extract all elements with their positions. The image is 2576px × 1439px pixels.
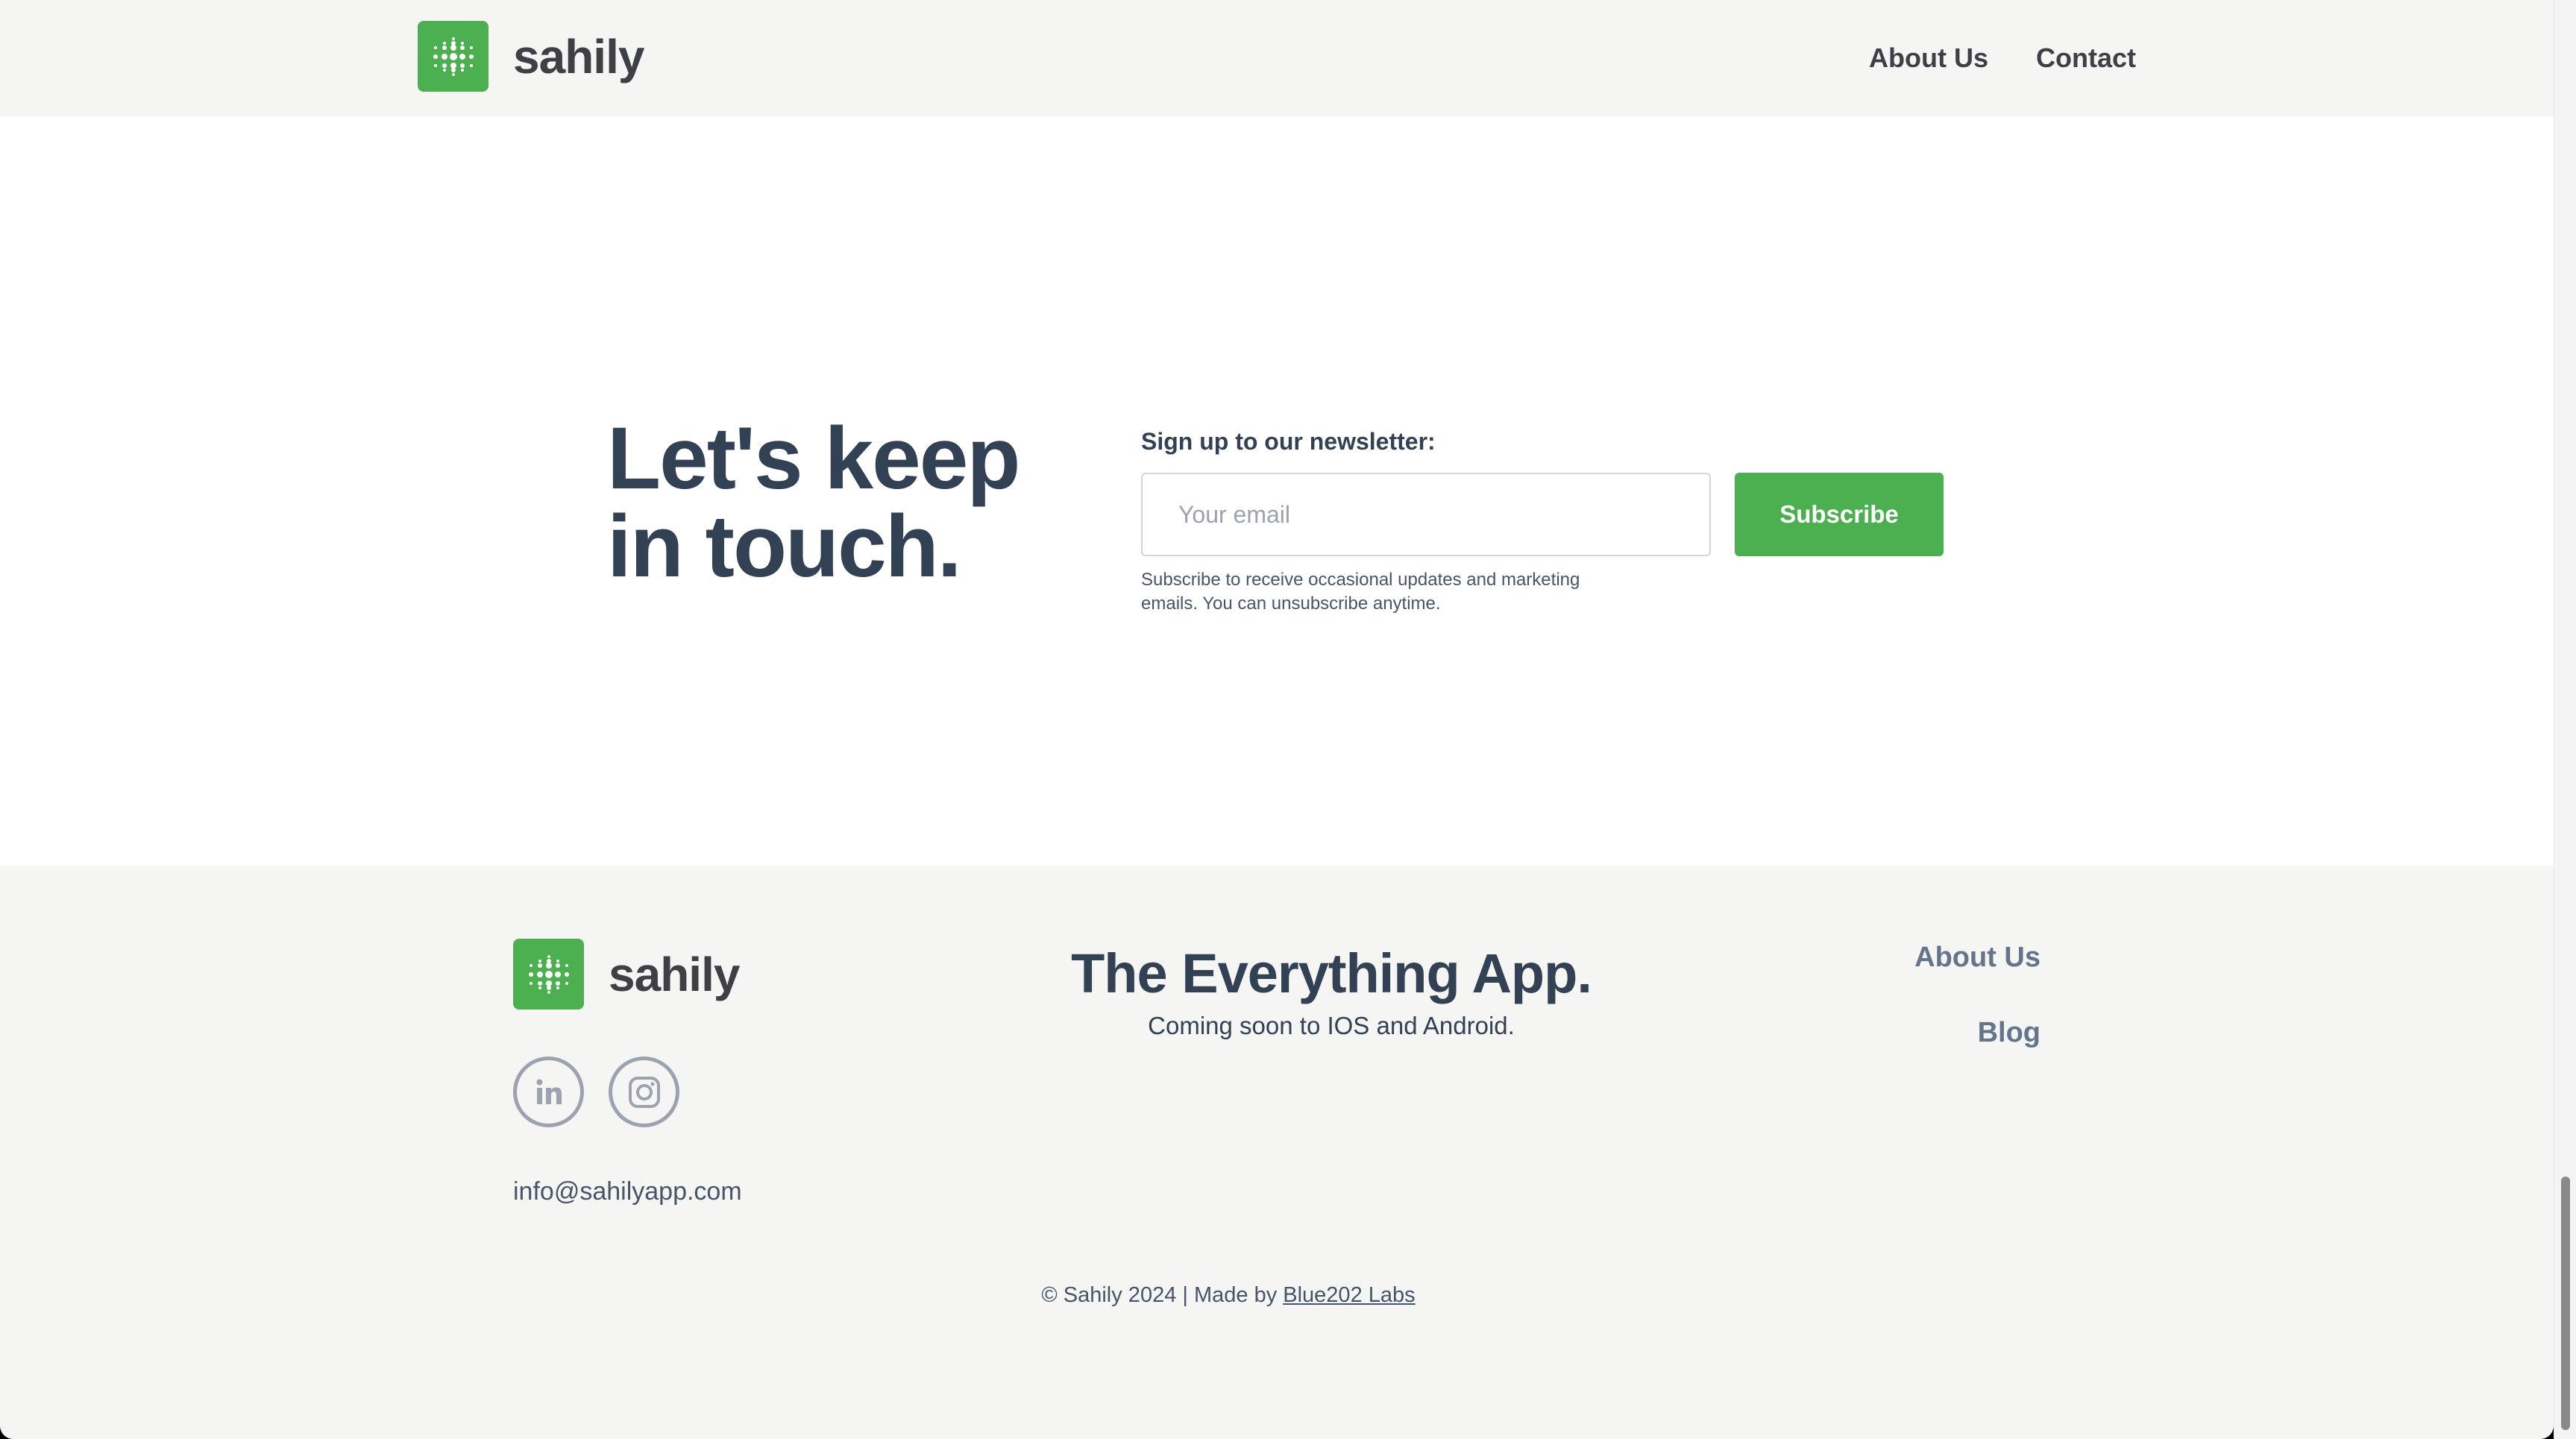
instagram-icon[interactable]: [609, 1057, 679, 1127]
page: sahily About Us Contact Let's keep in to…: [0, 0, 2554, 1439]
header-brand-link[interactable]: sahily: [418, 21, 644, 92]
footer-links: About Us Blog: [1914, 942, 2041, 1092]
blue202-labs-link[interactable]: Blue202 Labs: [1283, 1283, 1415, 1307]
vertical-scrollbar[interactable]: [2554, 0, 2576, 1439]
newsletter-note: Subscribe to receive occasional updates …: [1141, 570, 1580, 614]
subscribe-button[interactable]: Subscribe: [1735, 473, 1944, 556]
footer-subtagline: Coming soon to IOS and Android.: [1148, 1012, 1515, 1039]
footer: sahily info@sahilyapp.com The Everything…: [0, 866, 2554, 1439]
footer-blog-link[interactable]: Blog: [1914, 1017, 2041, 1049]
nav-contact-link[interactable]: Contact: [2036, 42, 2136, 74]
footer-brand-name: sahily: [609, 947, 740, 1001]
header-nav: About Us Contact: [1869, 0, 2136, 116]
contact-email[interactable]: info@sahilyapp.com: [513, 1177, 742, 1206]
dot-grid-logo-icon: [418, 21, 489, 92]
newsletter-label: Sign up to our newsletter:: [1141, 428, 1436, 455]
top-navigation-bar: sahily About Us Contact: [0, 0, 2554, 116]
email-input[interactable]: [1141, 473, 1711, 556]
dot-grid-logo-icon: [513, 939, 584, 1010]
footer-about-us-link[interactable]: About Us: [1914, 942, 2041, 974]
header-brand-name: sahily: [513, 29, 644, 84]
footer-tagline: The Everything App.: [1071, 942, 1592, 1004]
nav-about-us-link[interactable]: About Us: [1869, 42, 1988, 74]
scrollbar-thumb[interactable]: [2561, 1177, 2570, 1430]
newsletter-headline: Let's keep in touch.: [607, 409, 1020, 596]
social-links: [513, 1057, 679, 1127]
copyright: © Sahily 2024 | Made by Blue202 Labs: [0, 1283, 2554, 1308]
footer-brand-link[interactable]: sahily: [513, 939, 740, 1010]
linkedin-icon[interactable]: [513, 1057, 584, 1127]
copyright-text: © Sahily 2024 | Made by: [1041, 1283, 1284, 1307]
